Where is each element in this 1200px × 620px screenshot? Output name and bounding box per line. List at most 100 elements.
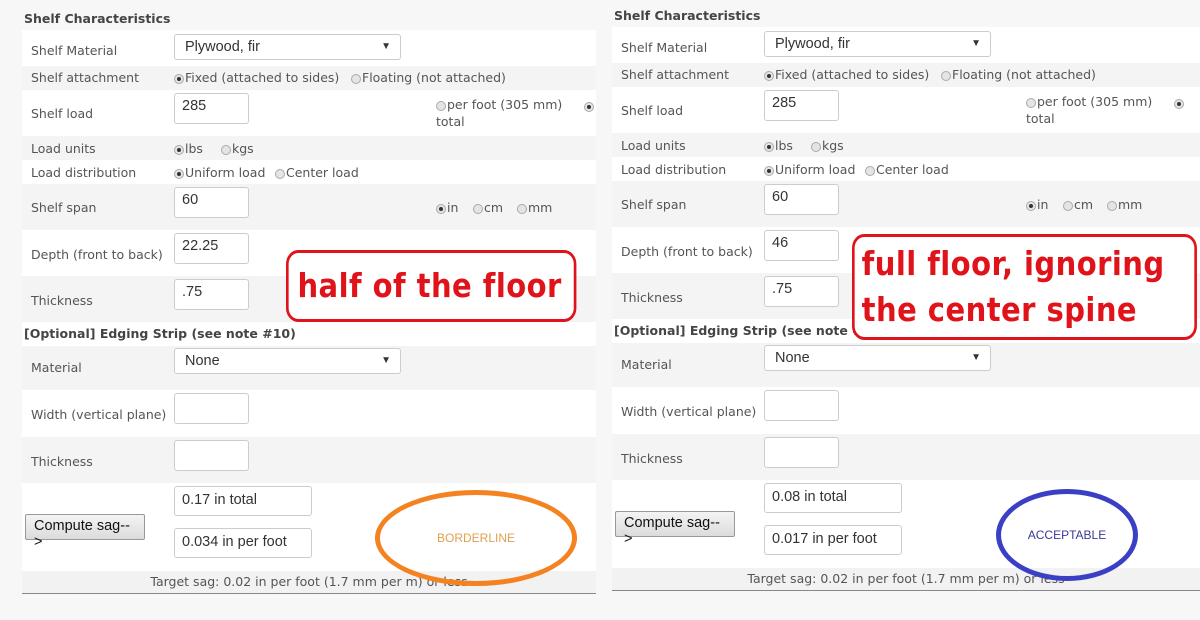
row-load-units: Load units lbs kgs: [22, 136, 596, 160]
radio-center-load[interactable]: Center load: [275, 165, 359, 180]
compute-sag-button[interactable]: Compute sag-->: [25, 514, 145, 550]
radio-icon[interactable]: [811, 142, 821, 152]
shelf-material-select[interactable]: Plywood, fir ▼: [174, 34, 401, 60]
radio-icon[interactable]: [436, 101, 446, 111]
row-shelf-attachment: Shelf attachment Fixed (attached to side…: [612, 63, 1200, 87]
radio-icon[interactable]: [764, 166, 774, 176]
radio-floating[interactable]: Floating (not attached): [941, 67, 1096, 82]
radio-mm[interactable]: mm: [1107, 197, 1142, 212]
radio-lbs[interactable]: lbs: [174, 141, 203, 156]
shelf-material-select[interactable]: Plywood, fir ▼: [764, 31, 991, 57]
load-units-label: Load units: [31, 141, 96, 156]
radio-per-foot[interactable]: per foot (305 mm): [436, 97, 562, 112]
compute-sag-button[interactable]: Compute sag-->: [615, 511, 735, 547]
radio-kgs[interactable]: kgs: [811, 138, 844, 153]
row-load-distribution: Load distribution Uniform load Center lo…: [612, 157, 1200, 181]
load-distribution-label: Load distribution: [31, 165, 137, 180]
radio-icon[interactable]: [221, 145, 231, 155]
radio-cm[interactable]: cm: [1063, 197, 1093, 212]
radio-icon[interactable]: [174, 169, 184, 179]
radio-icon[interactable]: [1026, 98, 1036, 108]
annotation-text-line-2: the center spine: [861, 290, 1138, 329]
radio-total-label: total: [436, 114, 465, 129]
radio-icon[interactable]: [865, 166, 875, 176]
radio-icon[interactable]: [1026, 201, 1036, 211]
row-edging-material: Material None ▼: [22, 346, 596, 390]
edging-thickness-label: Thickness: [31, 454, 93, 469]
load-distribution-label: Load distribution: [621, 162, 727, 177]
shelf-attachment-label: Shelf attachment: [621, 67, 730, 82]
depth-input[interactable]: 22.25: [174, 233, 249, 264]
chevron-down-icon: ▼: [971, 38, 981, 49]
verdict-text: ACCEPTABLE: [1027, 528, 1107, 542]
annotation-text: half of the floor: [297, 266, 562, 305]
thickness-input[interactable]: .75: [764, 276, 839, 307]
edging-width-input[interactable]: [764, 390, 839, 421]
shelf-span-input[interactable]: 60: [174, 187, 249, 218]
radio-in[interactable]: in: [1026, 197, 1048, 212]
radio-icon[interactable]: [351, 74, 361, 84]
row-edging-material: Material None ▼: [612, 343, 1200, 387]
edging-width-label: Width (vertical plane): [31, 407, 167, 422]
edging-material-value: None: [185, 353, 220, 369]
radio-icon[interactable]: [764, 142, 774, 152]
annotation-half-floor: half of the floor: [286, 250, 577, 322]
radio-mm[interactable]: mm: [517, 200, 552, 215]
section-title: Shelf Characteristics: [614, 8, 761, 23]
shelf-load-input[interactable]: 285: [764, 90, 839, 121]
radio-icon[interactable]: [1107, 201, 1117, 211]
edging-width-input[interactable]: [174, 393, 249, 424]
load-units-label: Load units: [621, 138, 686, 153]
radio-uniform-load[interactable]: Uniform load: [174, 165, 265, 180]
radio-icon[interactable]: [275, 169, 285, 179]
radio-icon[interactable]: [1174, 99, 1184, 109]
radio-lbs[interactable]: lbs: [764, 138, 793, 153]
radio-icon[interactable]: [174, 74, 184, 84]
shelf-load-label: Shelf load: [621, 103, 684, 118]
radio-fixed[interactable]: Fixed (attached to sides): [174, 70, 339, 85]
shelf-load-input[interactable]: 285: [174, 93, 249, 124]
radio-icon[interactable]: [941, 71, 951, 81]
radio-icon[interactable]: [584, 102, 594, 112]
radio-icon[interactable]: [174, 145, 184, 155]
sag-per-foot-output: 0.034 in per foot: [174, 528, 312, 558]
verdict-text: BORDERLINE: [436, 531, 516, 545]
radio-uniform-load[interactable]: Uniform load: [764, 162, 855, 177]
annotation-full-floor: full floor, ignoring the center spine: [852, 234, 1197, 340]
radio-in[interactable]: in: [436, 200, 458, 215]
chevron-down-icon: ▼: [381, 355, 391, 366]
shelf-span-input[interactable]: 60: [764, 184, 839, 215]
row-shelf-span: Shelf span 60 in cm mm: [612, 181, 1200, 227]
edging-thickness-input[interactable]: [764, 437, 839, 468]
radio-floating[interactable]: Floating (not attached): [351, 70, 506, 85]
edging-material-select[interactable]: None ▼: [174, 348, 401, 374]
shelf-span-label: Shelf span: [31, 200, 97, 215]
radio-kgs[interactable]: kgs: [221, 141, 254, 156]
radio-total[interactable]: [584, 98, 594, 113]
thickness-input[interactable]: .75: [174, 279, 249, 310]
depth-input[interactable]: 46: [764, 230, 839, 261]
radio-per-foot[interactable]: per foot (305 mm): [1026, 94, 1152, 109]
sag-total-output: 0.08 in total: [764, 483, 902, 513]
shelf-material-value: Plywood, fir: [775, 36, 850, 52]
radio-icon[interactable]: [1063, 201, 1073, 211]
shelf-material-label: Shelf Material: [31, 43, 118, 58]
radio-icon[interactable]: [473, 204, 483, 214]
row-load-distribution: Load distribution Uniform load Center lo…: [22, 160, 596, 184]
edging-material-select[interactable]: None ▼: [764, 345, 991, 371]
radio-total-label: total: [1026, 111, 1055, 126]
verdict-borderline-badge: BORDERLINE: [375, 490, 577, 586]
radio-total[interactable]: [1174, 95, 1184, 110]
row-edging-thickness: Thickness: [22, 437, 596, 483]
chevron-down-icon: ▼: [381, 41, 391, 52]
radio-fixed[interactable]: Fixed (attached to sides): [764, 67, 929, 82]
radio-center-load[interactable]: Center load: [865, 162, 949, 177]
edging-thickness-input[interactable]: [174, 440, 249, 471]
edging-material-value: None: [775, 350, 810, 366]
radio-icon[interactable]: [764, 71, 774, 81]
row-shelf-attachment: Shelf attachment Fixed (attached to side…: [22, 66, 596, 90]
radio-icon[interactable]: [517, 204, 527, 214]
row-load-units: Load units lbs kgs: [612, 133, 1200, 157]
radio-cm[interactable]: cm: [473, 200, 503, 215]
radio-icon[interactable]: [436, 204, 446, 214]
